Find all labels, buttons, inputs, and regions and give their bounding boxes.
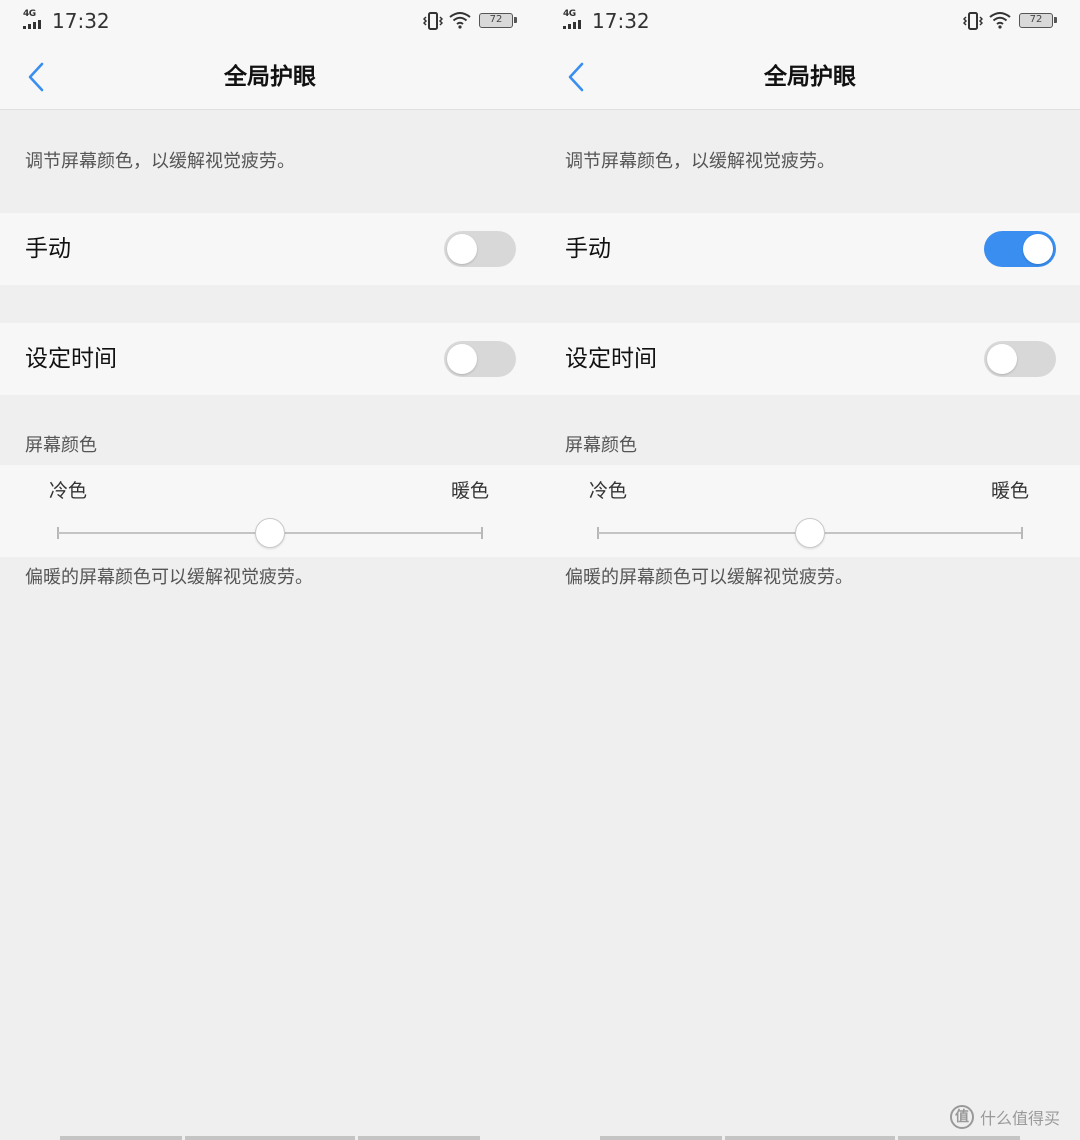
screen-color-section-title: 屏幕颜色 [565, 435, 637, 456]
schedule-row[interactable]: 设定时间 [540, 323, 1080, 395]
toggle-knob [1023, 234, 1053, 264]
nav-bar: 全局护眼 [540, 44, 1080, 110]
schedule-label: 设定时间 [565, 346, 657, 372]
manual-label: 手动 [25, 236, 71, 262]
bottom-indicator [540, 1136, 1080, 1140]
battery-icon: 72 [479, 13, 517, 28]
toggle-knob [447, 234, 477, 264]
warm-color-label: 暖色 [991, 480, 1030, 502]
page-title: 全局护眼 [764, 64, 856, 90]
toggle-knob [987, 344, 1017, 374]
cool-color-label: 冷色 [589, 480, 628, 502]
status-bar: 4G 17:32 72 [0, 0, 540, 44]
status-bar: 4G 17:32 72 [540, 0, 1080, 44]
manual-label: 手动 [565, 236, 611, 262]
description-text: 调节屏幕颜色，以缓解视觉疲劳。 [565, 151, 835, 172]
screen-left: 4G 17:32 72 全局护眼 调节屏幕颜色，以缓解视觉疲劳。 手动 设定时间… [0, 0, 540, 1140]
screenshot-comparison: 4G 17:32 72 全局护眼 调节屏幕颜色，以缓解视觉疲劳。 手动 设定时间… [0, 0, 1080, 1140]
vibrate-icon [963, 12, 983, 30]
bottom-indicator [0, 1136, 540, 1140]
signal-icon: 4G [563, 10, 585, 30]
color-slider-thumb[interactable] [255, 518, 285, 548]
schedule-toggle[interactable] [444, 341, 516, 377]
status-time: 17:32 [592, 9, 650, 33]
network-type: 4G [23, 9, 36, 19]
color-slider-card: 冷色 暖色 [540, 465, 1080, 557]
manual-toggle[interactable] [444, 231, 516, 267]
battery-level: 72 [489, 14, 503, 25]
battery-icon: 72 [1019, 13, 1057, 28]
page-title: 全局护眼 [224, 64, 316, 90]
color-slider-thumb[interactable] [795, 518, 825, 548]
nav-bar: 全局护眼 [0, 44, 540, 110]
network-type: 4G [563, 9, 576, 19]
watermark: 值 什么值得买 [950, 1104, 1060, 1130]
schedule-row[interactable]: 设定时间 [0, 323, 540, 395]
screen-color-section-title: 屏幕颜色 [25, 435, 97, 456]
schedule-label: 设定时间 [25, 346, 117, 372]
color-slider-card: 冷色 暖色 [0, 465, 540, 557]
wifi-icon [989, 12, 1011, 29]
warm-color-label: 暖色 [451, 480, 490, 502]
description-text: 调节屏幕颜色，以缓解视觉疲劳。 [25, 151, 295, 172]
manual-toggle[interactable] [984, 231, 1056, 267]
hint-text: 偏暖的屏幕颜色可以缓解视觉疲劳。 [25, 567, 313, 588]
schedule-toggle[interactable] [984, 341, 1056, 377]
slider-max-tick [1021, 527, 1023, 539]
cool-color-label: 冷色 [49, 480, 88, 502]
watermark-text: 什么值得买 [980, 1109, 1061, 1128]
hint-text: 偏暖的屏幕颜色可以缓解视觉疲劳。 [565, 567, 853, 588]
toggle-knob [447, 344, 477, 374]
battery-level: 72 [1029, 14, 1043, 25]
manual-row[interactable]: 手动 [540, 213, 1080, 285]
vibrate-icon [423, 12, 443, 30]
wifi-icon [449, 12, 471, 29]
slider-max-tick [481, 527, 483, 539]
signal-icon: 4G [23, 10, 45, 30]
watermark-logo-icon: 值 [950, 1105, 974, 1129]
manual-row[interactable]: 手动 [0, 213, 540, 285]
screen-right: 4G 17:32 72 全局护眼 调节屏幕颜色，以缓解视觉疲劳。 手动 设定时间… [540, 0, 1080, 1140]
status-time: 17:32 [52, 9, 110, 33]
